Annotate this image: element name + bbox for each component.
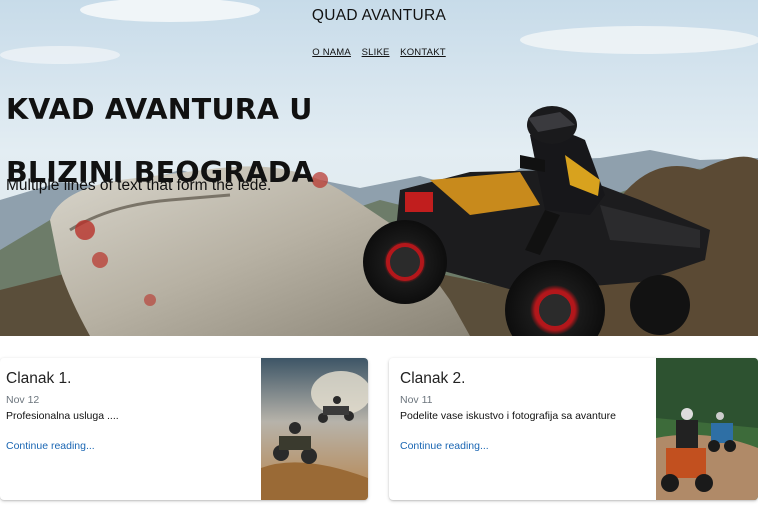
card-text: Podelite vase iskustvo i fotografija sa … bbox=[400, 410, 616, 422]
card-title: Clanak 2. bbox=[400, 370, 466, 387]
continue-reading-link[interactable]: Continue reading... bbox=[400, 440, 489, 452]
card-body: Clanak 2. Nov 11 Podelite vase iskustvo … bbox=[400, 370, 616, 453]
hero-banner: QUAD AVANTURA O NAMA SLIKE KONTAKT KVAD … bbox=[0, 0, 758, 336]
article-card-1: Clanak 1. Nov 12 Profesionalna usluga ..… bbox=[0, 358, 368, 500]
article-card-2: Clanak 2. Nov 11 Podelite vase iskustvo … bbox=[389, 358, 758, 500]
card-body: Clanak 1. Nov 12 Profesionalna usluga ..… bbox=[6, 370, 119, 453]
card-title: Clanak 1. bbox=[6, 370, 72, 387]
card-text: Profesionalna usluga .... bbox=[6, 410, 119, 422]
continue-reading-link[interactable]: Continue reading... bbox=[6, 440, 95, 452]
main-nav: O NAMA SLIKE KONTAKT bbox=[0, 47, 758, 58]
nav-link-kontakt[interactable]: KONTAKT bbox=[400, 47, 446, 58]
card-date: Nov 12 bbox=[6, 394, 40, 406]
site-title[interactable]: QUAD AVANTURA bbox=[0, 7, 758, 25]
hero-lede: Multiple lines of text that form the led… bbox=[6, 177, 272, 194]
card-thumbnail bbox=[656, 358, 758, 500]
nav-link-o-nama[interactable]: O NAMA bbox=[312, 47, 351, 58]
nav-link-slike[interactable]: SLIKE bbox=[362, 47, 390, 58]
card-thumbnail bbox=[261, 358, 368, 500]
card-date: Nov 11 bbox=[400, 394, 433, 406]
